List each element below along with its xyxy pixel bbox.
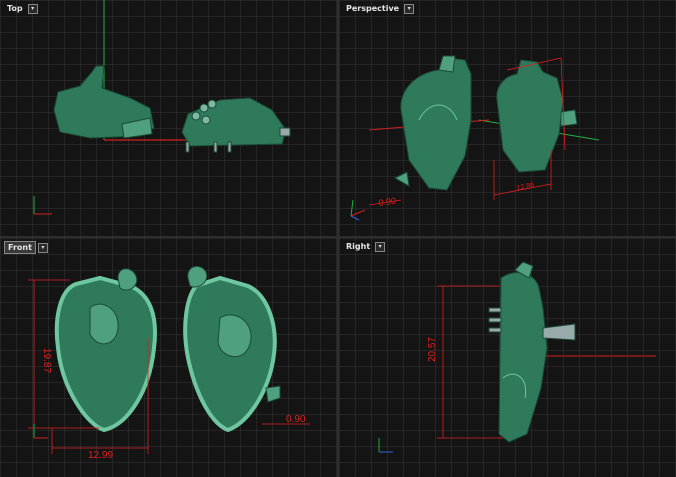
axis-triad-icon	[33, 424, 48, 439]
perspective-view-canvas: 12.99 0.90	[350, 55, 600, 221]
perspective-small-dim: 0.90	[378, 196, 397, 208]
top-view-canvas	[33, 0, 291, 215]
front-small-dim: 0.90	[286, 414, 306, 425]
axis-triad-icon	[33, 196, 52, 215]
viewport-perspective-label: Perspective	[346, 4, 400, 13]
viewport-top-label: Top	[7, 4, 23, 13]
right-view-canvas: 20.57	[378, 261, 656, 453]
viewport-front[interactable]: Front ▾ 19.87 12.99 0.90	[0, 238, 337, 477]
viewport-right-title[interactable]: Right ▾	[343, 241, 386, 252]
viewport-divider-vertical[interactable]	[337, 0, 339, 477]
heart-model-top-right	[181, 97, 291, 153]
heart-model-front-left	[54, 275, 157, 433]
axis-triad-icon	[350, 199, 366, 221]
viewport-top-title[interactable]: Top ▾	[4, 3, 38, 14]
viewport-divider-horizontal[interactable]	[0, 236, 676, 238]
viewport-right-label: Right	[346, 242, 371, 251]
chevron-down-icon[interactable]: ▾	[375, 241, 386, 252]
viewport-front-label: Front	[4, 241, 36, 254]
heart-model-right	[488, 261, 576, 443]
perspective-width-dim: 12.99	[516, 182, 535, 192]
viewport-right[interactable]: Right ▾ 20.57	[339, 238, 676, 477]
front-width-dim: 12.99	[88, 450, 113, 461]
viewport-perspective-title[interactable]: Perspective ▾	[343, 3, 415, 14]
viewport-perspective[interactable]: Perspective ▾ 12.99 0.90	[339, 0, 676, 236]
chevron-down-icon[interactable]: ▾	[37, 242, 48, 253]
viewport-front-title[interactable]: Front ▾	[4, 241, 48, 254]
heart-model-perspective-left	[393, 55, 472, 191]
chevron-down-icon[interactable]: ▾	[27, 3, 38, 14]
front-view-canvas: 19.87 12.99 0.90	[28, 265, 310, 461]
chevron-down-icon[interactable]: ▾	[404, 3, 415, 14]
heart-model-perspective-right	[496, 59, 578, 173]
front-height-dim: 19.87	[41, 348, 52, 373]
axis-triad-icon	[378, 438, 393, 453]
viewport-top[interactable]: Top ▾	[0, 0, 337, 236]
right-height-dim: 20.57	[427, 337, 438, 362]
